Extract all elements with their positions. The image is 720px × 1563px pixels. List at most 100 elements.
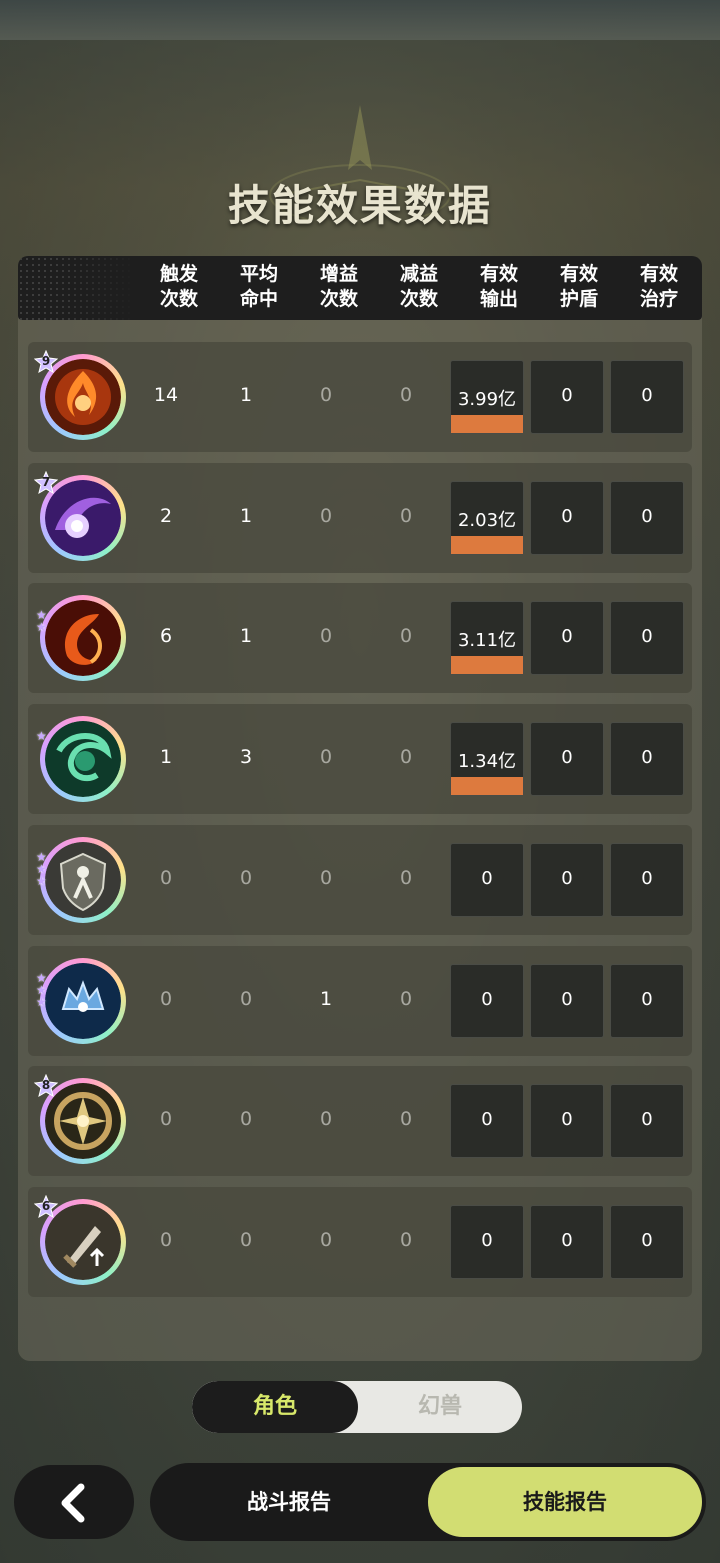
page-title: 技能效果数据 — [227, 181, 492, 230]
output-box: 3.11亿 — [450, 601, 524, 675]
heal-box: 0 — [610, 601, 684, 675]
debuff-value: 0 — [399, 625, 413, 647]
heal-value: 0 — [641, 989, 653, 1010]
heal-box: 0 — [610, 1205, 684, 1279]
heal-value: 0 — [641, 1230, 653, 1251]
header-dot-pattern — [18, 256, 138, 320]
crystal-crown-skill-icon — [45, 963, 121, 1039]
star-icon: ★ — [36, 620, 47, 634]
header-debuff-count: 减益 次数 — [399, 263, 438, 310]
toggle-role[interactable]: 角色 — [192, 1381, 358, 1433]
level-badge-value: 8 — [41, 1078, 51, 1092]
debuff-value: 0 — [399, 384, 413, 406]
skill-icon-wrap[interactable]: ★ ★ ★ — [36, 837, 126, 923]
level-badge: 7 — [33, 470, 59, 495]
shield-box: 0 — [530, 1205, 604, 1279]
hit-value: 1 — [239, 625, 253, 647]
skill-row: ★ ★ ★ 0 0 0 0 0 0 0 — [28, 825, 692, 935]
green-vortex-skill-icon — [45, 721, 121, 797]
shield-value: 0 — [561, 989, 573, 1010]
header-trigger-count: 触发 次数 — [159, 263, 198, 310]
level-badge: 9 — [33, 349, 59, 374]
output-value: 1.34亿 — [457, 751, 517, 772]
guardian-shield-skill-icon — [45, 842, 121, 918]
heal-box: 0 — [610, 964, 684, 1038]
skill-icon-wrap[interactable]: ★ ★ ★ — [36, 958, 126, 1044]
table-header: 触发 次数 平均 命中 增益 次数 减益 次数 有效 输出 有效 护盾 有效 治… — [18, 256, 702, 320]
background-top-strip — [0, 0, 720, 40]
level-badge: 8 — [33, 1073, 59, 1098]
skill-row: ★ ★ ★ 0 0 1 0 0 0 0 — [28, 946, 692, 1056]
trigger-value: 0 — [159, 988, 173, 1010]
skill-row: ★ 1 3 0 0 1.34亿 0 0 — [28, 704, 692, 814]
shield-value: 0 — [561, 1109, 573, 1130]
output-value: 0 — [481, 868, 493, 889]
trigger-value: 0 — [159, 1108, 173, 1130]
debuff-value: 0 — [399, 505, 413, 527]
back-button[interactable] — [14, 1465, 134, 1539]
chevron-left-icon — [61, 1483, 85, 1523]
hit-value: 1 — [239, 505, 253, 527]
heal-box: 0 — [610, 1084, 684, 1158]
star-icon: ★ — [36, 729, 47, 743]
debuff-value: 0 — [399, 1229, 413, 1251]
output-box: 1.34亿 — [450, 722, 524, 796]
shield-box: 0 — [530, 722, 604, 796]
header-effective-output: 有效 输出 — [479, 263, 518, 310]
role-beast-toggle[interactable]: 角色 幻兽 — [192, 1381, 522, 1433]
output-value: 0 — [481, 989, 493, 1010]
debuff-value: 0 — [399, 1108, 413, 1130]
shield-box: 0 — [530, 843, 604, 917]
trigger-value: 2 — [159, 505, 173, 527]
heal-value: 0 — [641, 506, 653, 527]
output-bar — [451, 415, 523, 433]
hit-value: 0 — [239, 1108, 253, 1130]
level-badge-value: 7 — [41, 475, 51, 489]
skill-icon-wrap[interactable]: 7 — [33, 470, 126, 561]
skill-row: ★ ★ 6 1 0 0 3.11亿 0 0 — [28, 583, 692, 693]
shield-box: 0 — [530, 481, 604, 555]
tab-skill-report[interactable]: 技能报告 — [428, 1467, 702, 1537]
level-badge-value: 9 — [41, 354, 51, 368]
heal-value: 0 — [641, 747, 653, 768]
output-value: 3.99亿 — [457, 389, 517, 410]
shield-value: 0 — [561, 1230, 573, 1251]
shield-value: 0 — [561, 747, 573, 768]
skill-icon-wrap[interactable]: 8 — [33, 1073, 126, 1164]
output-value: 0 — [481, 1109, 493, 1130]
buff-value: 0 — [319, 1108, 333, 1130]
output-box: 0 — [450, 1084, 524, 1158]
shield-box: 0 — [530, 964, 604, 1038]
output-value: 2.03亿 — [457, 510, 517, 531]
skill-icon-wrap[interactable]: ★ — [36, 716, 126, 802]
output-value: 3.11亿 — [457, 630, 517, 651]
tab-battle-report[interactable]: 战斗报告 — [150, 1463, 428, 1541]
heal-value: 0 — [641, 868, 653, 889]
skill-icon-wrap[interactable]: ★ ★ — [36, 595, 126, 681]
buff-value: 0 — [319, 625, 333, 647]
output-box: 2.03亿 — [450, 481, 524, 555]
star-rating: ★ ★ — [36, 609, 50, 633]
shield-value: 0 — [561, 506, 573, 527]
star-rating: ★ ★ ★ — [36, 851, 50, 887]
star-icon: ★ — [36, 995, 47, 1009]
debuff-value: 0 — [399, 867, 413, 889]
skill-icon-wrap[interactable]: 6 — [33, 1194, 126, 1285]
trigger-value: 0 — [159, 867, 173, 889]
toggle-beast[interactable]: 幻兽 — [358, 1381, 522, 1433]
skill-icon-wrap[interactable]: 9 — [33, 349, 126, 440]
bottom-nav: 战斗报告 技能报告 — [150, 1463, 706, 1541]
buff-value: 0 — [319, 1229, 333, 1251]
output-bar — [451, 656, 523, 674]
buff-value: 0 — [319, 384, 333, 406]
buff-value: 0 — [319, 867, 333, 889]
heal-box: 0 — [610, 722, 684, 796]
output-bar — [451, 777, 523, 795]
star-icon: ★ — [36, 874, 47, 888]
shield-value: 0 — [561, 868, 573, 889]
level-badge: 6 — [33, 1194, 59, 1219]
heal-value: 0 — [641, 1109, 653, 1130]
buff-value: 0 — [319, 746, 333, 768]
trigger-value: 14 — [153, 384, 179, 406]
hit-value: 0 — [239, 867, 253, 889]
